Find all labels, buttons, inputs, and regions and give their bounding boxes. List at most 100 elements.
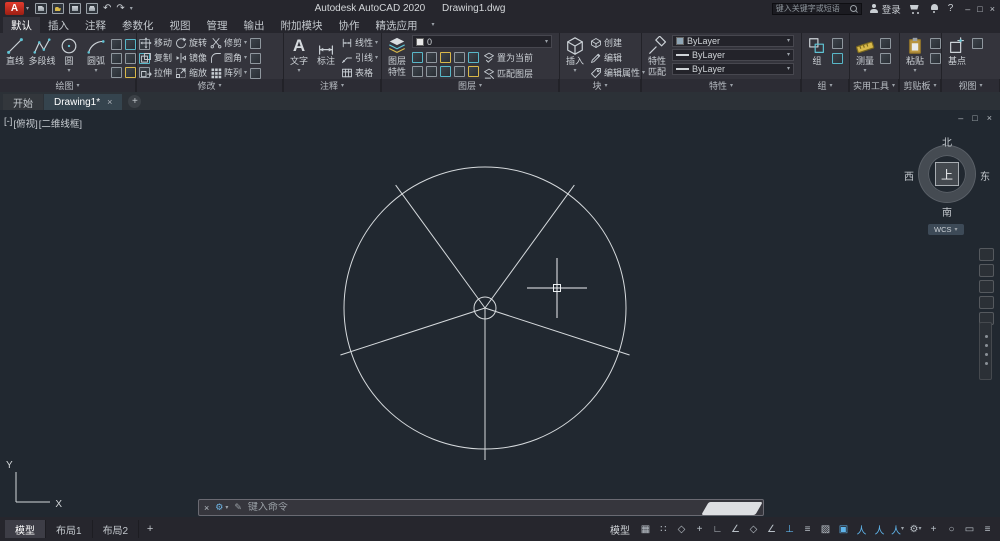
annotation-scale-icon[interactable] (890, 522, 905, 537)
orbit-icon[interactable] (978, 296, 994, 309)
drawing1-tab-close-icon[interactable] (107, 97, 112, 107)
tab-view[interactable]: 视图 (162, 17, 199, 33)
clean-screen-icon[interactable] (962, 522, 977, 537)
group-tool[interactable]: 组 (805, 35, 829, 68)
dimension-tool[interactable]: 标注 (314, 35, 338, 68)
tab-manage[interactable]: 管理 (199, 17, 236, 33)
isodraft-icon[interactable] (746, 522, 761, 537)
plot-icon[interactable] (86, 3, 99, 14)
layer-thaw-icon[interactable] (412, 66, 423, 77)
offset-icon[interactable] (250, 68, 262, 79)
make-current-tool[interactable]: 置为当前 (483, 50, 533, 65)
new-drawing-tab-button[interactable] (128, 95, 142, 108)
object-snap-icon[interactable] (782, 522, 797, 537)
panel-modify-label[interactable]: 修改 (137, 79, 283, 92)
ucs-icon[interactable]: Y X (6, 460, 62, 510)
tab-home[interactable]: 默认 (3, 17, 40, 33)
tab-annotate[interactable]: 注释 (77, 17, 114, 33)
tab-collaborate[interactable]: 协作 (331, 17, 368, 33)
tab-insert[interactable]: 插入 (40, 17, 77, 33)
erase-icon[interactable] (250, 38, 262, 49)
infer-constraints-icon[interactable] (674, 522, 689, 537)
polyline-tool[interactable]: 多段线 (29, 35, 56, 68)
linear-flyout-icon[interactable] (375, 40, 378, 46)
measure-flyout-icon[interactable] (863, 68, 866, 74)
panel-properties-label[interactable]: 特性 (642, 79, 801, 92)
region-icon[interactable] (111, 67, 122, 78)
tab-addins[interactable]: 附加模块 (273, 17, 331, 33)
object-snap-tracking-icon[interactable] (764, 522, 779, 537)
match-properties-tool[interactable]: 特性 匹配 (645, 35, 669, 79)
viewport-view-control[interactable]: [俯视] (13, 116, 37, 130)
tab-output[interactable]: 输出 (236, 17, 273, 33)
ribbon-options-icon[interactable] (432, 22, 435, 28)
zoom-extents-icon[interactable] (978, 280, 994, 293)
notifications-icon[interactable] (929, 3, 940, 14)
snap-icon[interactable] (656, 522, 671, 537)
layout1-tab[interactable]: 布局1 (46, 520, 93, 538)
restore-button[interactable] (977, 4, 982, 14)
quick-select-icon[interactable] (880, 38, 891, 49)
layer-unisolate-icon[interactable] (468, 52, 479, 63)
pan-icon[interactable] (978, 264, 994, 277)
text-flyout-icon[interactable] (297, 68, 300, 74)
ungroup-icon[interactable] (832, 38, 843, 49)
insert-block-tool[interactable]: 插入 (563, 35, 587, 75)
fillet-flyout-icon[interactable] (244, 55, 247, 61)
rotate-tool[interactable]: 旋转 (175, 35, 207, 50)
construction-line-icon[interactable] (125, 53, 136, 64)
create-block-tool[interactable]: 创建 (590, 35, 645, 50)
search-icon[interactable] (849, 4, 858, 13)
ellipse-icon[interactable] (125, 39, 136, 50)
viewport-minimize-control[interactable]: [-] (4, 116, 12, 130)
ortho-icon[interactable] (710, 522, 725, 537)
sign-in-button[interactable]: 登录 (870, 2, 901, 16)
minimize-button[interactable] (965, 4, 970, 14)
command-input[interactable] (247, 502, 758, 513)
model-space-toggle[interactable]: 模型 (610, 522, 630, 537)
app-store-icon[interactable] (909, 4, 921, 14)
viewport-visual-style-control[interactable]: [二维线框] (39, 116, 82, 130)
stretch-tool[interactable]: 拉伸 (140, 65, 172, 80)
viewport-close-icon[interactable] (987, 113, 992, 123)
viewcube-south-label[interactable]: 南 (902, 204, 992, 219)
grid-icon[interactable] (638, 522, 653, 537)
polar-tracking-icon[interactable] (728, 522, 743, 537)
model-tab[interactable]: 模型 (5, 520, 46, 538)
command-line[interactable] (198, 499, 764, 516)
scale-tool[interactable]: 缩放 (175, 65, 207, 80)
viewport-minimize-icon[interactable] (958, 113, 963, 123)
layer-isolate-icon[interactable] (454, 52, 465, 63)
isolate-objects-icon[interactable] (944, 522, 959, 537)
trim-tool[interactable]: 修剪 (210, 35, 247, 50)
panel-draw-label[interactable]: 绘图 (0, 79, 136, 92)
new-file-icon[interactable] (35, 3, 48, 14)
viewcube[interactable]: 上 北 南 西 东 WCS (902, 134, 992, 240)
dynamic-input-icon[interactable] (692, 522, 707, 537)
layer-freeze-icon[interactable] (426, 52, 437, 63)
customize-icon[interactable] (980, 522, 995, 537)
panel-layers-label[interactable]: 图层 (382, 79, 559, 92)
workspace-switching-icon[interactable] (908, 522, 923, 537)
layer-merge-icon[interactable] (468, 66, 479, 77)
circle-tool[interactable]: 圆 (57, 35, 81, 75)
wcs-menu[interactable]: WCS (928, 224, 964, 235)
trim-flyout-icon[interactable] (244, 40, 247, 46)
group-edit-icon[interactable] (832, 53, 843, 64)
annotation-visibility-icon[interactable] (854, 522, 869, 537)
viewport-restore-icon[interactable] (972, 113, 977, 123)
viewport-tool-icon[interactable] (972, 38, 983, 49)
transparency-icon[interactable] (818, 522, 833, 537)
calculator-icon[interactable] (880, 53, 891, 64)
fillet-tool[interactable]: 圆角 (210, 50, 247, 65)
drawing1-tab[interactable]: Drawing1* (44, 94, 123, 110)
panel-utilities-label[interactable]: 实用工具 (850, 79, 899, 92)
layer-lock-icon[interactable] (440, 52, 451, 63)
save-icon[interactable] (69, 3, 82, 14)
panel-groups-label[interactable]: 组 (802, 79, 849, 92)
leader-tool[interactable]: 引线 (341, 50, 378, 65)
layer-properties-tool[interactable]: 图层 特性 (385, 35, 409, 79)
array-tool[interactable]: 阵列 (210, 65, 247, 80)
close-button[interactable] (990, 4, 995, 14)
copy-tool[interactable]: 复制 (140, 50, 172, 65)
